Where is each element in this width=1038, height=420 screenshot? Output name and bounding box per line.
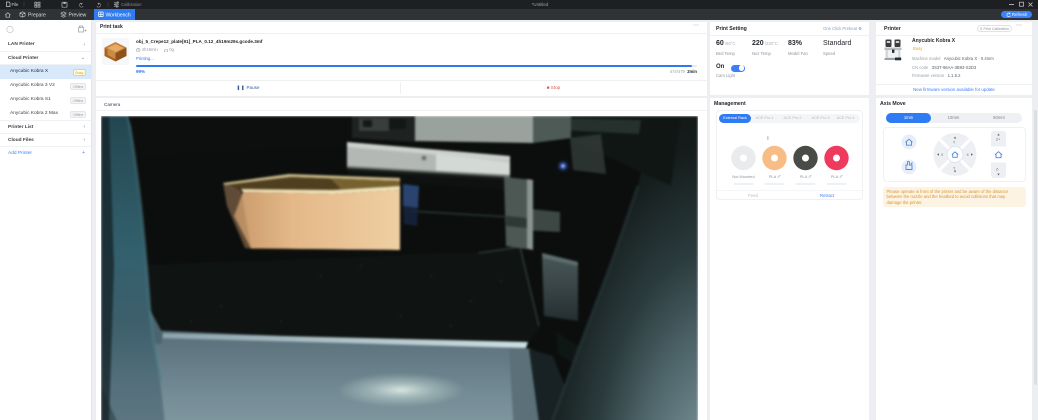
svg-text:Z-: Z- [996,167,999,171]
svg-text:PLA: PLA [768,174,776,179]
svg-text:PLA: PLA [830,174,838,179]
svg-text:Prepare: Prepare [28,13,46,19]
svg-text:Not Mounted: Not Mounted [732,174,754,179]
svg-text:Workbench: Workbench [106,13,131,19]
svg-text:Preview: Preview [69,13,87,19]
svg-text:File: File [12,2,20,7]
svg-text:Calibration: Calibration [121,2,142,7]
svg-text:Z+: Z+ [996,137,1000,141]
svg-text:PLA: PLA [799,174,807,179]
svg-text:*Untitled: *Untitled [532,2,549,7]
